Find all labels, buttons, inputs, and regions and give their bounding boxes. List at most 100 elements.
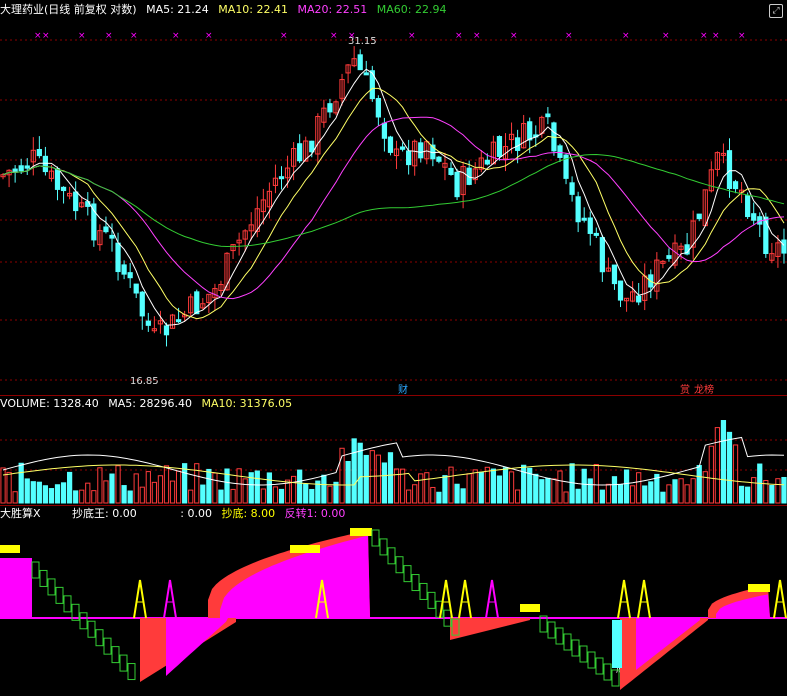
candle-body xyxy=(484,159,490,165)
stock-chart-window[interactable]: 大理药业(日线 前复权 对数) MA5: 21.24 MA10: 22.41 M… xyxy=(0,0,787,696)
volume-bar xyxy=(696,465,702,504)
candle-body xyxy=(194,291,200,315)
indicator-stair xyxy=(611,669,620,687)
volume-bar xyxy=(48,488,55,504)
signal-marker: × xyxy=(348,31,356,41)
indicator-stair xyxy=(595,657,604,675)
volume-bar xyxy=(109,473,115,504)
volume-bar xyxy=(97,467,103,504)
volume-bar xyxy=(454,483,460,504)
signal-marker: × xyxy=(130,31,138,41)
candle-body xyxy=(42,155,49,173)
indicator-stair xyxy=(419,582,428,600)
volume-bar xyxy=(775,478,781,504)
candle-body xyxy=(496,136,503,157)
candle-body xyxy=(363,72,369,76)
candle-body xyxy=(587,217,593,234)
volume-bar xyxy=(781,476,787,504)
candle-body xyxy=(375,97,381,118)
volume-bar xyxy=(309,488,315,504)
signal-marker: × xyxy=(700,31,708,41)
volume-bar xyxy=(611,476,618,504)
candle-body xyxy=(569,182,575,195)
signal-triangle xyxy=(773,579,787,619)
candle-body xyxy=(406,150,412,166)
volume-bar xyxy=(73,490,79,504)
volume-bar xyxy=(521,464,527,504)
indicator-stair xyxy=(547,621,556,639)
candle-body xyxy=(636,295,642,303)
candle-body xyxy=(109,234,115,239)
volume-bar xyxy=(278,488,285,504)
candle-body xyxy=(127,272,133,279)
volume-bar xyxy=(290,475,297,504)
indicator-area-positive xyxy=(0,558,32,618)
indicator-stair xyxy=(387,547,396,565)
indicator-stair xyxy=(55,586,64,604)
volume-bar xyxy=(151,481,157,504)
volume-bar xyxy=(442,475,448,504)
candle-body xyxy=(575,196,581,223)
signal-marker: × xyxy=(712,31,720,41)
signal-marker: × xyxy=(473,31,481,41)
signal-triangle xyxy=(637,579,651,619)
volume-bar xyxy=(599,489,605,504)
volume-bar xyxy=(448,466,454,504)
volume-bar xyxy=(587,478,593,504)
volume-bar xyxy=(206,468,212,504)
volume-bar xyxy=(751,477,757,504)
volume-bar xyxy=(508,471,515,504)
signal-marker: × xyxy=(280,31,288,41)
candle-body xyxy=(599,237,605,273)
volume-bar xyxy=(163,465,170,504)
volume-bar xyxy=(605,483,612,504)
volume-bar xyxy=(254,470,260,504)
volume-bar xyxy=(514,489,521,504)
volume-bar xyxy=(103,480,109,504)
candle-body xyxy=(133,283,139,294)
indicator-stair xyxy=(555,627,564,645)
signal-triangle xyxy=(617,579,631,619)
volume-bar xyxy=(684,484,690,504)
volume-bar xyxy=(708,445,714,504)
signal-marker: × xyxy=(78,31,86,41)
volume-bar xyxy=(617,484,624,504)
candle-body xyxy=(617,280,624,301)
volume-bar xyxy=(30,481,36,504)
candle-body xyxy=(36,149,42,157)
indicator-stair xyxy=(427,591,436,609)
indicator-stair xyxy=(39,569,48,587)
volume-bar xyxy=(0,467,6,504)
volume-bar xyxy=(24,478,30,504)
volume-bar xyxy=(327,485,333,504)
volume-bar xyxy=(236,468,242,504)
volume-bar xyxy=(720,420,727,504)
volume-bar xyxy=(581,468,587,504)
candle-body xyxy=(54,168,61,190)
volume-bar xyxy=(557,470,563,504)
volume-bar xyxy=(496,475,503,504)
indicator-stair xyxy=(395,556,404,574)
volume-bar xyxy=(642,485,648,504)
volume-bars xyxy=(0,420,787,504)
candle-body xyxy=(145,320,151,326)
volume-bar xyxy=(490,468,497,504)
indicator-stair xyxy=(579,645,588,663)
volume-bar xyxy=(345,460,351,504)
signal-marker: × xyxy=(172,31,180,41)
indicator-stair xyxy=(127,663,136,681)
volume-bar xyxy=(381,462,388,504)
volume-bar xyxy=(139,486,145,504)
volume-bar xyxy=(648,481,654,504)
volume-bar xyxy=(212,472,218,504)
candle-body xyxy=(611,264,618,285)
candle-body xyxy=(121,264,127,275)
volume-bar xyxy=(533,473,539,504)
volume-bar xyxy=(466,473,472,504)
volume-bar xyxy=(169,480,176,504)
candle-body xyxy=(593,232,599,236)
volume-bar xyxy=(563,491,569,504)
volume-bar xyxy=(690,478,696,504)
chart-canvas[interactable]: × × × × × × × × × × × × × × × × × × × × xyxy=(0,0,787,696)
indicator-area-negative xyxy=(166,618,228,676)
